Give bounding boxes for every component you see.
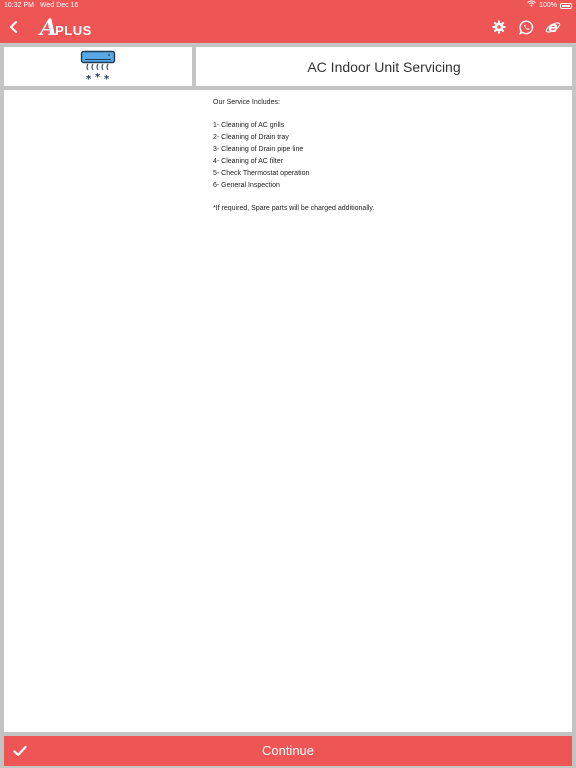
service-description: Our Service Includes: 1- Cleaning of AC … — [213, 97, 553, 215]
service-item: 5- Check Thermostat operation — [213, 170, 310, 177]
internet-explorer-icon: e — [545, 20, 561, 35]
status-bar: 10:32 PM Wed Dec 16 100% — [0, 0, 576, 11]
back-button[interactable] — [4, 15, 24, 39]
header-actions: e — [490, 17, 562, 37]
svg-text:*: * — [95, 72, 101, 83]
service-title-card: AC Indoor Unit Servicing — [196, 47, 572, 86]
service-item: 2- Cleaning of Drain tray — [213, 134, 289, 141]
svg-text:*: * — [86, 74, 92, 84]
whatsapp-button[interactable] — [517, 17, 535, 37]
status-time: 10:32 PM — [4, 2, 34, 9]
service-details-card: Our Service Includes: 1- Cleaning of AC … — [4, 90, 572, 732]
wifi-icon — [527, 0, 536, 11]
svg-text:*: * — [104, 74, 110, 84]
battery-icon — [560, 2, 572, 9]
app-logo: A PLUS — [40, 14, 92, 40]
app-header: 10:32 PM Wed Dec 16 100% A PLUS e — [0, 0, 576, 43]
continue-button[interactable]: Continue — [4, 736, 572, 766]
svg-text:e: e — [548, 20, 558, 35]
settings-icon — [492, 20, 506, 34]
continue-label: Continue — [261, 743, 315, 758]
battery-percent: 100% — [539, 2, 557, 9]
status-date: Wed Dec 16 — [40, 2, 79, 9]
logo-text: PLUS — [55, 23, 92, 38]
nav-bar: A PLUS e — [0, 11, 576, 43]
browser-button[interactable]: e — [544, 17, 562, 37]
air-conditioner-icon: * * * — [80, 50, 116, 84]
service-item: 3- Cleaning of Drain pipe line — [213, 146, 304, 153]
service-item: 4- Cleaning of AC filter — [213, 158, 284, 165]
description-heading: Our Service Includes: — [213, 99, 280, 106]
status-indicators: 100% — [527, 0, 572, 11]
chevron-left-icon — [10, 21, 17, 33]
spare-parts-note: *If required, Spare parts will be charge… — [213, 205, 375, 212]
service-item: 6- General Inspection — [213, 182, 280, 189]
service-title: AC Indoor Unit Servicing — [307, 58, 461, 75]
settings-button[interactable] — [490, 17, 508, 37]
service-item: 1- Cleaning of AC grills — [213, 122, 285, 129]
service-icon-card: * * * — [4, 47, 192, 86]
whatsapp-icon — [518, 20, 533, 35]
